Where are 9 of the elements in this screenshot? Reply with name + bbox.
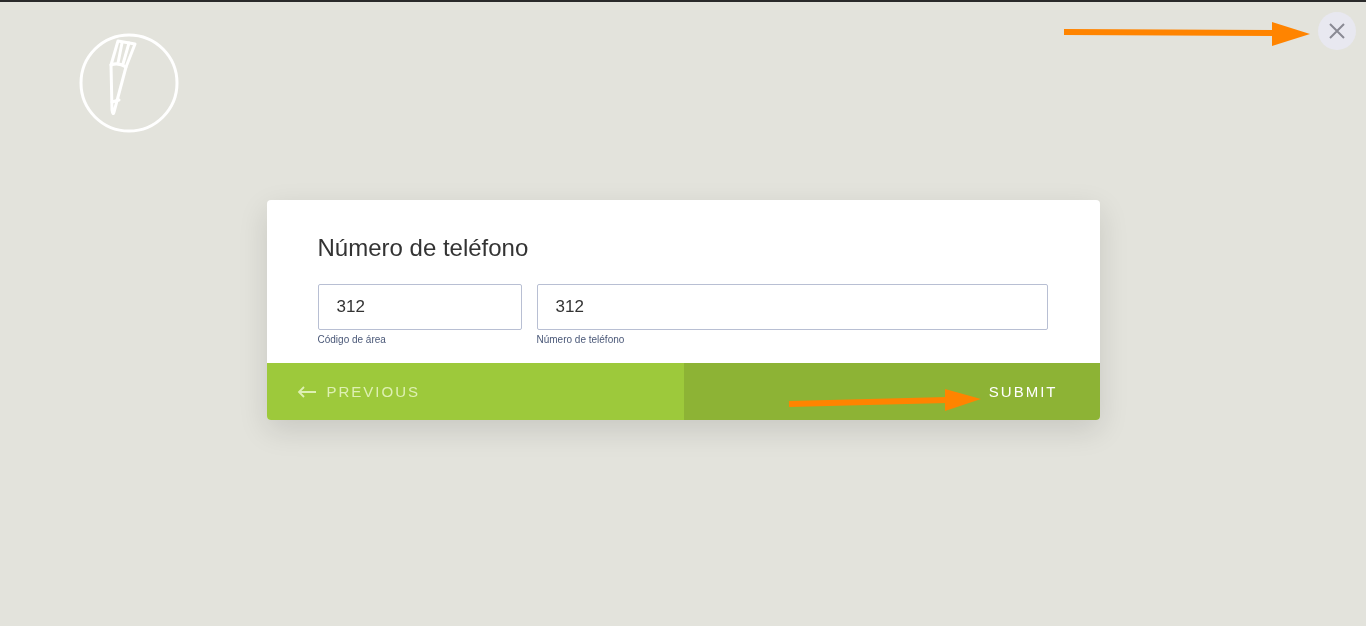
input-field[interactable]: 312 (317, 284, 522, 330)
close-icon (1328, 22, 1346, 40)
pencil-logo-icon (78, 32, 180, 134)
arrow-left-icon (296, 385, 317, 398)
input-field[interactable]: 312 (536, 284, 1048, 330)
field-label: Número de teléfono (536, 334, 626, 345)
form-title: Número de teléfono (317, 234, 530, 262)
close-button[interactable] (1318, 12, 1356, 50)
field-label: Código de área (317, 334, 387, 345)
